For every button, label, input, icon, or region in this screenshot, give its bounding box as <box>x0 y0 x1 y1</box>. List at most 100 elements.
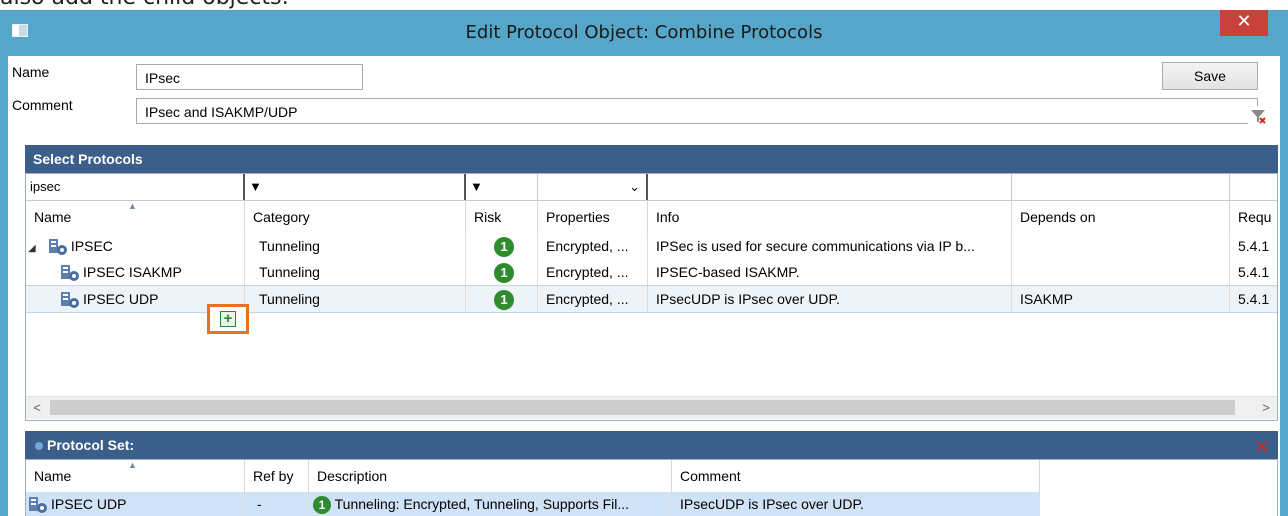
depends-filter-input[interactable] <box>1012 174 1230 200</box>
close-button[interactable]: ✕ <box>1220 10 1268 36</box>
properties-cell: Encrypted, ... <box>538 233 648 259</box>
risk-cell: 1 <box>466 259 538 285</box>
info-filter-input[interactable] <box>648 174 1012 200</box>
table-row[interactable]: ◢ IPSEC Tunneling 1 Encrypted, ... IPSec… <box>26 233 1277 259</box>
column-header-name[interactable]: Name ▲ <box>26 460 245 492</box>
clear-filter-icon[interactable] <box>1248 106 1268 126</box>
name-filter-input[interactable]: ipsec <box>26 174 245 200</box>
req-filter-input[interactable] <box>1230 174 1277 200</box>
chevron-down-icon: ⌄ <box>629 179 640 194</box>
protocol-icon <box>48 239 67 256</box>
window-title: Edit Protocol Object: Combine Protocols <box>465 22 823 43</box>
protocol-icon <box>29 497 47 514</box>
column-header-requirement[interactable]: Requ <box>1230 201 1277 233</box>
table-row-selected[interactable]: IPSEC UDP - 1 Tunneling: Encrypted, Tunn… <box>26 492 1040 516</box>
comment-label: Comment <box>12 97 73 113</box>
horizontal-scrollbar[interactable]: < > <box>26 396 1277 419</box>
column-label: Comment <box>680 468 741 484</box>
column-label: Info <box>656 209 680 225</box>
risk-badge: 1 <box>494 263 514 284</box>
select-protocols-header: Select Protocols <box>25 145 1278 173</box>
column-header-risk[interactable]: Risk <box>466 201 538 233</box>
add-icon[interactable]: + <box>220 311 236 327</box>
dialog-client-area: Name IPsec Comment IPsec and ISAKMP/UDP … <box>8 56 1280 516</box>
column-label: Category <box>253 209 310 225</box>
column-label: Name <box>34 209 72 225</box>
column-label: Ref by <box>253 468 294 484</box>
document-text-above: also add the child objects: <box>0 0 600 9</box>
remove-icon[interactable]: ✕ <box>1252 437 1272 457</box>
column-header-name[interactable]: Name ▲ <box>26 201 245 233</box>
name-cell: ◢ IPSEC <box>26 233 245 259</box>
select-protocols-title: Select Protocols <box>33 151 143 167</box>
chevron-down-icon: ▼ <box>470 179 483 194</box>
requirement-cell: 5.4.1 <box>1238 238 1270 254</box>
protocol-icon <box>61 265 79 282</box>
column-label: Name <box>34 468 72 484</box>
category-cell: Tunneling <box>245 286 466 312</box>
add-to-set-highlight[interactable]: + <box>207 304 249 334</box>
tree-expander-icon[interactable]: ◢ <box>26 236 44 259</box>
column-header-depends-on[interactable]: Depends on <box>1012 201 1230 233</box>
column-header-category[interactable]: Category <box>245 201 466 233</box>
name-label: Name <box>12 64 50 80</box>
protocol-name: IPSEC UDP <box>83 291 159 307</box>
depends-cell <box>1012 233 1230 259</box>
protocol-name: IPSEC UDP <box>51 496 127 512</box>
requirement-cell: 5.4.1 <box>1238 291 1270 307</box>
name-cell: IPSEC ISAKMP <box>26 259 245 285</box>
properties-cell: Encrypted, ... <box>538 259 648 285</box>
ref-by-cell: - <box>245 492 309 516</box>
protocol-icon <box>61 292 79 309</box>
info-cell: IPSEC-based ISAKMP. <box>648 259 1012 285</box>
protocol-name: IPSEC ISAKMP <box>83 264 182 280</box>
column-header-row: Name ▲ Category Risk Properties Info Dep… <box>26 201 1277 233</box>
scroll-left-icon[interactable]: < <box>26 397 48 419</box>
sort-ascending-icon: ▲ <box>128 201 137 211</box>
name-field[interactable]: IPsec <box>136 64 363 90</box>
column-header-description[interactable]: Description <box>309 460 672 492</box>
category-cell: Tunneling <box>245 259 466 285</box>
comment-field[interactable]: IPsec and ISAKMP/UDP <box>136 98 1258 124</box>
table-row[interactable]: IPSEC ISAKMP Tunneling 1 Encrypted, ... … <box>26 259 1277 285</box>
risk-cell: 1 <box>466 233 538 259</box>
edit-protocol-window: Edit Protocol Object: Combine Protocols … <box>0 10 1288 516</box>
comment-cell: IPsecUDP is IPsec over UDP. <box>680 496 864 512</box>
column-label: Description <box>317 468 388 484</box>
protocol-set-icon <box>35 442 43 450</box>
protocol-name: IPSEC <box>70 238 113 254</box>
column-header-properties[interactable]: Properties <box>538 201 648 233</box>
description-text: Tunneling: Encrypted, Tunneling, Support… <box>334 496 630 512</box>
chevron-down-icon: ▼ <box>249 179 262 194</box>
column-label: Properties <box>546 209 610 225</box>
column-header-ref-by[interactable]: Ref by <box>245 460 309 492</box>
column-label: Depends on <box>1020 209 1096 225</box>
select-protocols-grid: ipsec ▼ ▼ ⌄ Name ▲ Category Risk Propert… <box>25 173 1278 421</box>
risk-filter-dropdown[interactable]: ▼ <box>466 174 538 200</box>
risk-badge: 1 <box>494 290 514 311</box>
protocol-set-grid: Name ▲ Ref by Description Comment IPSEC … <box>25 459 1278 516</box>
save-button[interactable]: Save <box>1162 62 1258 90</box>
requirement-cell: 5.4.1 <box>1238 264 1270 280</box>
info-cell: IPsecUDP is IPsec over UDP. <box>648 286 1012 312</box>
scroll-thumb[interactable] <box>50 400 1235 415</box>
info-cell: IPSec is used for secure communications … <box>648 233 1012 259</box>
column-header-info[interactable]: Info <box>648 201 1012 233</box>
description-cell: 1 Tunneling: Encrypted, Tunneling, Suppo… <box>309 492 672 516</box>
column-header-comment[interactable]: Comment <box>672 460 1040 492</box>
properties-filter-dropdown[interactable]: ⌄ <box>538 174 648 200</box>
name-cell: IPSEC UDP <box>26 492 245 516</box>
filter-row: ipsec ▼ ▼ ⌄ <box>26 174 1277 201</box>
risk-badge: 1 <box>313 496 331 515</box>
column-label: Risk <box>474 209 502 225</box>
properties-cell: Encrypted, ... <box>538 286 648 312</box>
scroll-right-icon[interactable]: > <box>1255 397 1277 419</box>
column-label: Requ <box>1238 209 1272 225</box>
risk-badge: 1 <box>494 237 514 258</box>
risk-cell: 1 <box>466 286 538 312</box>
protocol-set-title: Protocol Set: <box>47 437 135 453</box>
sort-ascending-icon: ▲ <box>128 460 137 470</box>
category-filter-dropdown[interactable]: ▼ <box>245 174 466 200</box>
column-header-row: Name ▲ Ref by Description Comment <box>26 460 1277 492</box>
title-bar: Edit Protocol Object: Combine Protocols … <box>0 10 1288 56</box>
